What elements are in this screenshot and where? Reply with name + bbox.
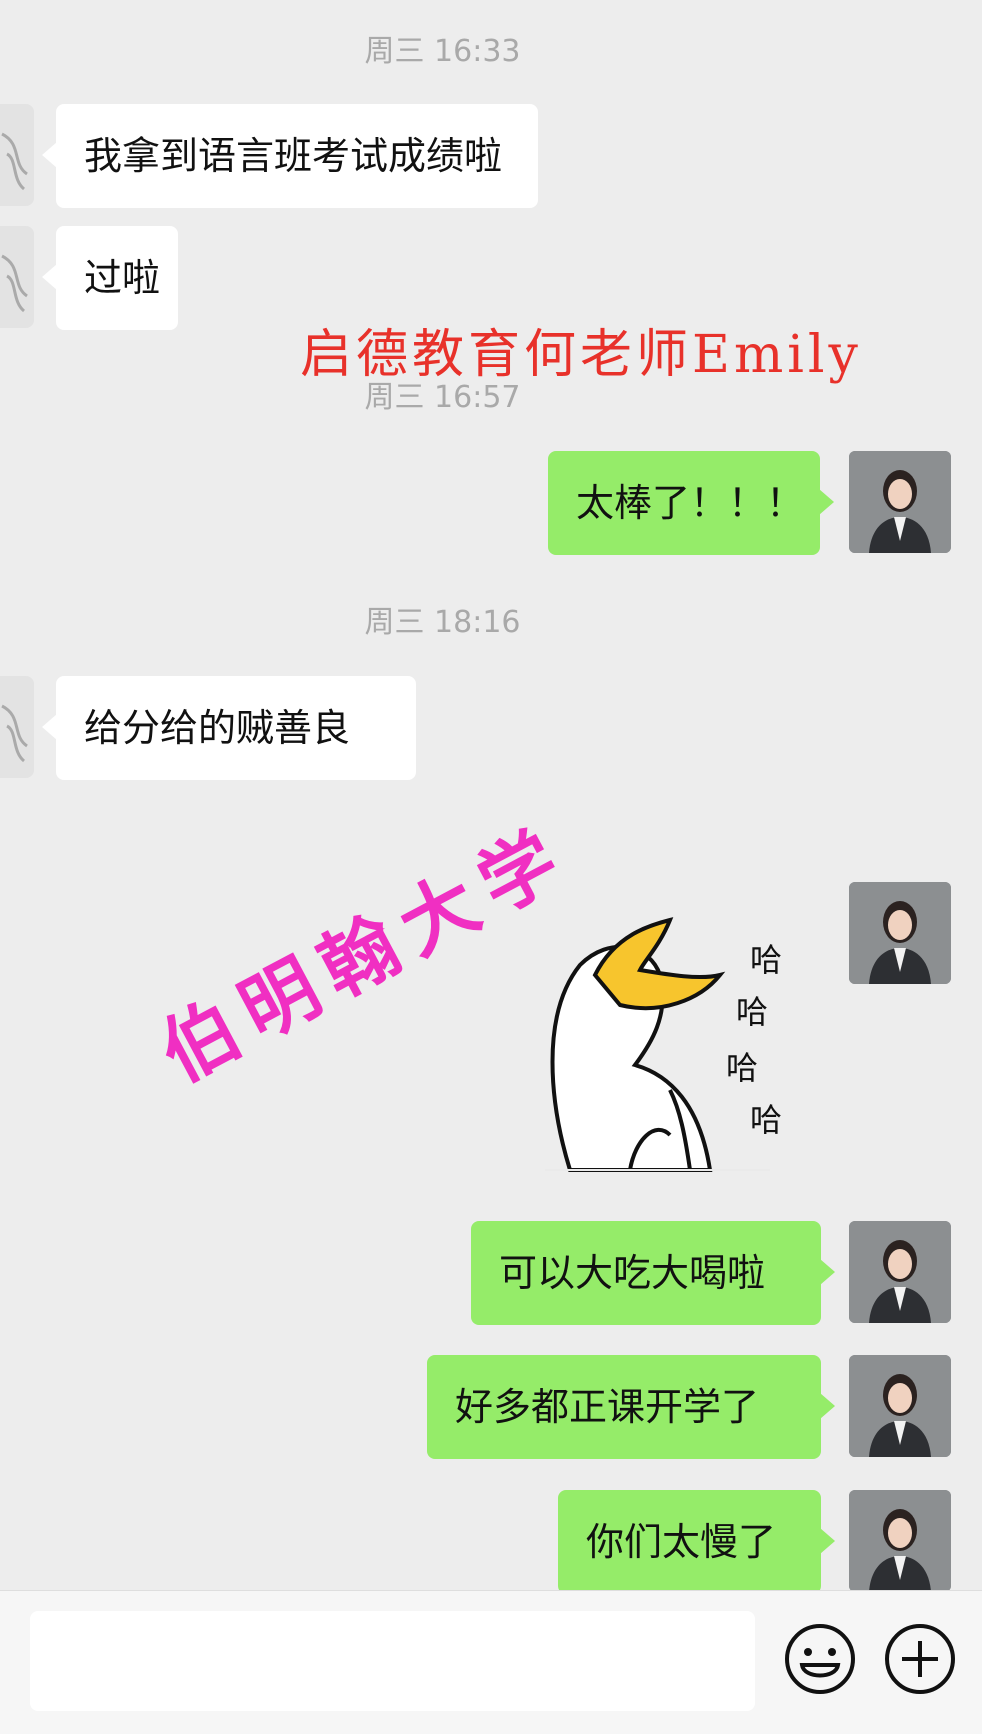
plus-circle-icon[interactable] (880, 1619, 960, 1699)
sticker-text: 哈 (736, 993, 769, 1031)
message-bubble-outgoing[interactable]: 可以大吃大喝啦 (471, 1221, 835, 1325)
chat-area[interactable]: 周三 16:33 我拿到语言班考试成绩啦 过啦 启德教育何老师Emily 周三 … (0, 0, 982, 1590)
message-bubble-outgoing[interactable]: 你们太慢了 (558, 1490, 835, 1590)
message-bubble-outgoing[interactable]: 太棒了！！！ (548, 451, 834, 555)
message-text: 给分给的贼善良 (84, 706, 351, 750)
timestamp: 周三 16:57 (364, 380, 521, 415)
duck-sticker[interactable]: 哈 哈 哈 哈 (540, 905, 800, 1179)
smiley-icon[interactable] (780, 1619, 860, 1699)
message-bubble-incoming[interactable]: 我拿到语言班考试成绩啦 (42, 104, 538, 208)
message-text: 好多都正课开学了 (455, 1385, 760, 1429)
message-text: 你们太慢了 (586, 1520, 777, 1564)
contact-avatar[interactable] (0, 226, 34, 328)
timestamp: 周三 16:33 (364, 34, 521, 69)
user-avatar[interactable] (849, 1490, 951, 1590)
contact-avatar[interactable] (0, 104, 34, 206)
message-text: 太棒了！！！ (576, 481, 805, 525)
message-text: 可以大吃大喝啦 (499, 1251, 766, 1295)
timestamp: 周三 18:16 (364, 605, 521, 640)
watermark-middle: 伯明翰大学 (145, 808, 586, 1099)
message-text: 过啦 (84, 256, 161, 300)
input-bar (0, 1590, 982, 1734)
message-text: 我拿到语言班考试成绩啦 (84, 134, 503, 178)
user-avatar[interactable] (849, 882, 951, 984)
message-bubble-incoming[interactable]: 过啦 (42, 226, 178, 330)
sticker-text: 哈 (726, 1049, 759, 1087)
sticker-text: 哈 (750, 941, 783, 979)
user-avatar[interactable] (849, 451, 951, 553)
user-avatar[interactable] (849, 1221, 951, 1323)
contact-avatar[interactable] (0, 676, 34, 778)
message-bubble-incoming[interactable]: 给分给的贼善良 (42, 676, 416, 780)
message-bubble-outgoing[interactable]: 好多都正课开学了 (427, 1355, 835, 1459)
user-avatar[interactable] (849, 1355, 951, 1457)
message-input[interactable] (30, 1611, 755, 1711)
sticker-text: 哈 (750, 1101, 783, 1139)
